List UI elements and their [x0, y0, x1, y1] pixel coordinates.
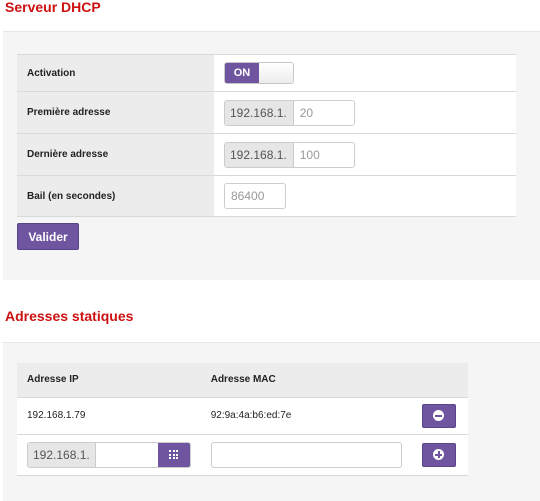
- lease-label: Bail (en secondes): [17, 175, 214, 217]
- activation-label: Activation: [17, 54, 214, 92]
- new-ip-input[interactable]: [95, 442, 158, 467]
- remove-entry-button[interactable]: [421, 403, 456, 428]
- dhcp-settings-table: Activation ON Première adresse 192.168.1…: [17, 54, 516, 217]
- grid-icon: [169, 450, 179, 459]
- col-ip-header: Adresse IP: [17, 363, 201, 398]
- first-address-prefix: 192.168.1.: [225, 100, 294, 125]
- new-ip-group: 192.168.1.: [27, 441, 191, 468]
- last-address-prefix: 192.168.1.: [225, 142, 294, 167]
- ip-picker-button[interactable]: [157, 442, 190, 467]
- new-ip-prefix: 192.168.1.: [28, 442, 96, 467]
- static-table: Adresse IP Adresse MAC 192.168.1.79 92:9…: [17, 363, 468, 476]
- activation-row: Activation ON: [17, 54, 516, 92]
- toggle-knob: [259, 63, 293, 83]
- activation-toggle-on: ON: [225, 63, 259, 83]
- last-address-label: Dernière adresse: [17, 133, 214, 176]
- col-mac-header: Adresse MAC: [200, 363, 412, 398]
- first-address-group: 192.168.1. 20: [224, 99, 355, 126]
- first-address-row: Première adresse 192.168.1. 20: [17, 91, 516, 134]
- first-address-input[interactable]: 20: [293, 100, 354, 125]
- table-row: 192.168.1.79 92:9a:4a:b6:ed:7e: [17, 397, 468, 435]
- first-address-label: Première adresse: [17, 91, 214, 134]
- static-entry-mac: 92:9a:4a:b6:ed:7e: [200, 397, 412, 435]
- lease-row: Bail (en secondes) 86400: [17, 175, 516, 217]
- add-entry-button[interactable]: [421, 442, 456, 467]
- minus-circle-icon: [433, 410, 445, 421]
- static-panel: Adresse IP Adresse MAC 192.168.1.79 92:9…: [3, 342, 540, 501]
- static-section-title: Adresses statiques: [5, 308, 134, 324]
- static-entry-ip: 192.168.1.79: [17, 397, 201, 435]
- col-actions-header: [411, 363, 468, 398]
- submit-button[interactable]: Valider: [17, 223, 79, 250]
- last-address-group: 192.168.1. 100: [224, 141, 355, 168]
- plus-circle-icon: [433, 449, 445, 460]
- activation-toggle[interactable]: ON: [224, 62, 294, 84]
- last-address-input[interactable]: 100: [293, 142, 354, 167]
- lease-input[interactable]: 86400: [224, 183, 286, 209]
- new-entry-row: 192.168.1.: [17, 434, 468, 476]
- static-table-header: Adresse IP Adresse MAC: [17, 363, 468, 398]
- last-address-row: Dernière adresse 192.168.1. 100: [17, 133, 516, 176]
- dhcp-panel: Activation ON Première adresse 192.168.1…: [3, 31, 540, 280]
- new-mac-input[interactable]: [210, 441, 402, 468]
- dhcp-section-title: Serveur DHCP: [5, 0, 101, 15]
